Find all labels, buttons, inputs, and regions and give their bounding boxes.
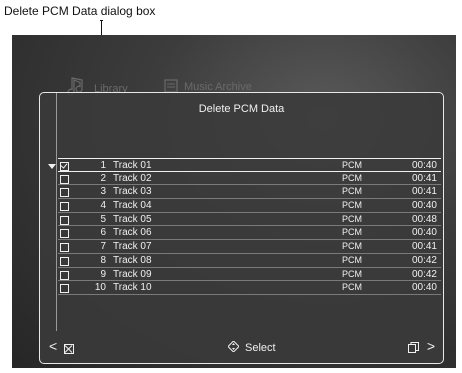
track-format: PCM: [342, 254, 362, 265]
track-format: PCM: [342, 268, 362, 279]
delete-pcm-dialog: Delete PCM Data 1 Track 01 PCM 00:40 2 Track …: [39, 92, 444, 364]
track-format: PCM: [342, 213, 362, 224]
table-row[interactable]: 8 Track 08 PCM 00:42: [58, 254, 441, 268]
checkbox[interactable]: [60, 284, 69, 294]
track-number: 10: [94, 282, 106, 294]
previous-chevron-button[interactable]: <: [49, 338, 57, 354]
track-format: PCM: [342, 200, 362, 211]
track-title: Track 05: [113, 213, 152, 225]
track-duration: 00:40: [411, 282, 437, 294]
track-title: Track 04: [113, 200, 152, 212]
dialog-footer: < Select >: [40, 333, 443, 363]
track-title: Track 07: [113, 241, 152, 253]
track-number: 6: [100, 227, 106, 239]
track-title: Track 03: [113, 186, 152, 198]
table-row[interactable]: 10 Track 10 PCM 00:40: [58, 281, 441, 295]
track-format: PCM: [342, 186, 362, 197]
track-title: Track 08: [113, 254, 152, 266]
track-list[interactable]: 1 Track 01 PCM 00:40 2 Track 02 PCM 00:41 3 Track…: [58, 158, 441, 295]
track-format: PCM: [342, 172, 362, 183]
checkbox[interactable]: [60, 243, 69, 253]
checkbox[interactable]: [60, 174, 69, 184]
track-duration: 00:48: [411, 213, 437, 225]
track-duration: 00:40: [411, 160, 437, 171]
table-row[interactable]: 4 Track 04 PCM 00:40: [58, 199, 441, 213]
track-title: Track 02: [113, 172, 152, 184]
checkbox[interactable]: [60, 162, 69, 171]
table-row[interactable]: 5 Track 05 PCM 00:48: [58, 213, 441, 227]
track-duration: 00:41: [411, 241, 437, 253]
track-duration: 00:40: [411, 200, 437, 212]
dialog-left-rule: [56, 93, 57, 331]
checkbox[interactable]: [60, 256, 69, 266]
track-format: PCM: [342, 227, 362, 238]
player-screen: Library Music Archive Delete PCM Data 1T…: [12, 35, 456, 368]
track-duration: 00:40: [411, 227, 437, 239]
track-number: 1: [100, 160, 106, 171]
dpad-icon: [228, 341, 239, 352]
dialog-callout-label: Delete PCM Data dialog box: [4, 4, 156, 18]
track-duration: 00:41: [411, 172, 437, 184]
track-number: 2: [100, 172, 106, 184]
table-row[interactable]: 2 Track 02 PCM 00:41: [58, 172, 441, 186]
track-title: Track 10: [113, 282, 152, 294]
track-number: 9: [100, 268, 106, 280]
checkbox[interactable]: [60, 229, 69, 239]
cancel-box-icon[interactable]: [64, 344, 74, 354]
selected-row-pointer-icon: [48, 164, 56, 169]
track-number: 4: [100, 200, 106, 212]
dialog-title: Delete PCM Data: [198, 103, 285, 115]
checkbox[interactable]: [60, 202, 69, 212]
track-number: 3: [100, 186, 106, 198]
track-duration: 00:42: [411, 268, 437, 280]
next-chevron-button[interactable]: >: [427, 338, 435, 354]
track-format: PCM: [342, 282, 362, 293]
page-icon[interactable]: [408, 342, 419, 353]
track-duration: 00:42: [411, 254, 437, 266]
table-row[interactable]: 6 Track 06 PCM 00:40: [58, 226, 441, 241]
select-label[interactable]: Select: [245, 342, 276, 354]
table-row[interactable]: 9 Track 09 PCM 00:42: [58, 268, 441, 282]
track-number: 5: [100, 213, 106, 225]
table-row[interactable]: 7 Track 07 PCM 00:41: [58, 240, 441, 254]
checkbox[interactable]: [60, 215, 69, 225]
track-title: Track 06: [113, 227, 152, 239]
checkbox[interactable]: [60, 270, 69, 280]
track-title: Track 09: [113, 268, 152, 280]
track-format: PCM: [342, 160, 362, 170]
table-row[interactable]: 3 Track 03 PCM 00:41: [58, 185, 441, 200]
track-title: Track 01: [113, 160, 152, 171]
track-duration: 00:41: [411, 186, 437, 198]
track-format: PCM: [342, 241, 362, 252]
archive-icon: [164, 79, 178, 93]
track-number: 8: [100, 254, 106, 266]
table-row[interactable]: 1 Track 01 PCM 00:40: [58, 158, 441, 172]
checkbox[interactable]: [60, 188, 69, 198]
track-number: 7: [100, 241, 106, 253]
